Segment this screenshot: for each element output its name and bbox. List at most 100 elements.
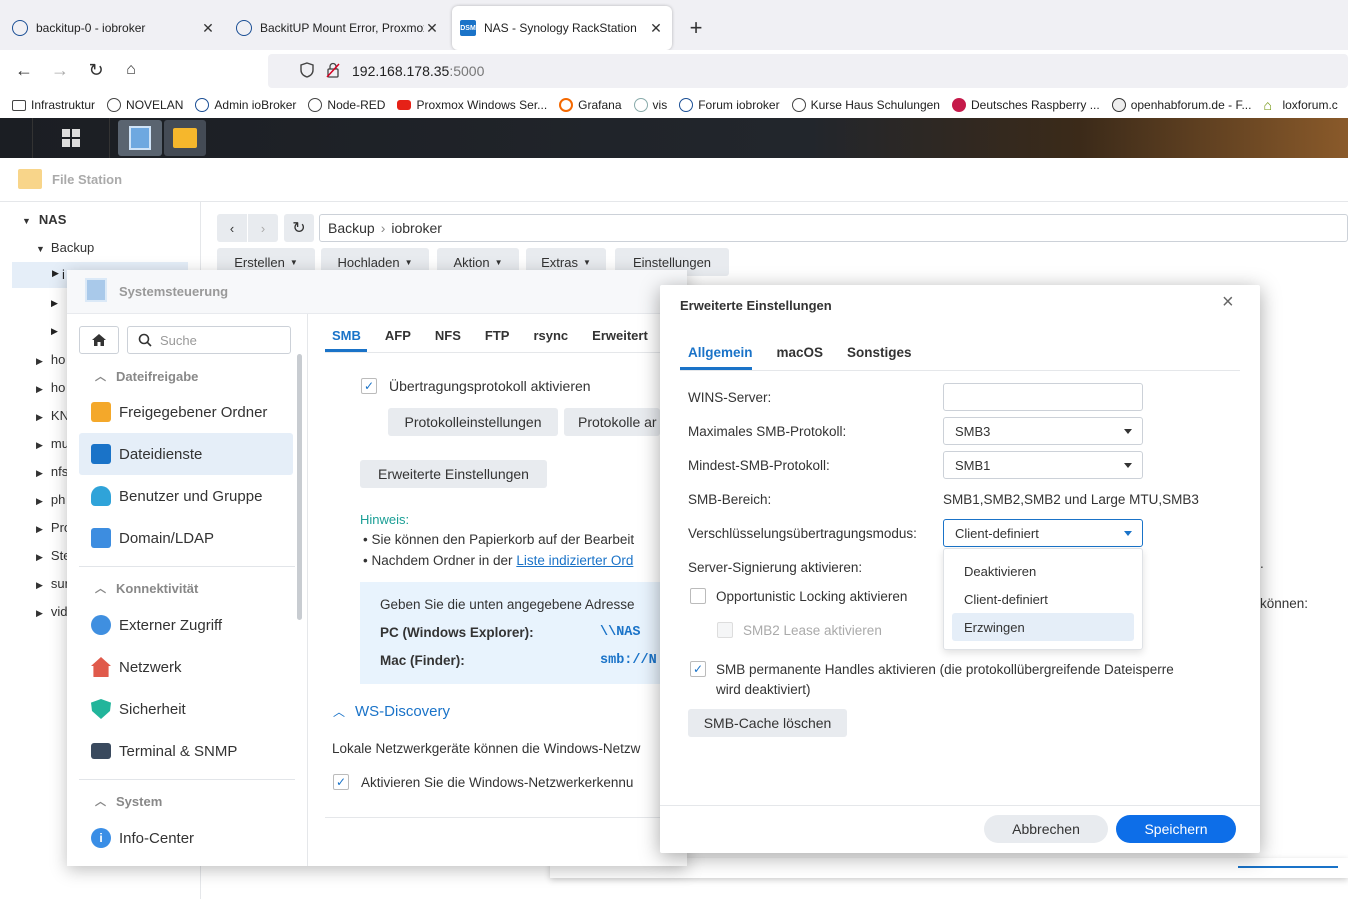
close-tab-icon[interactable]: ✕ <box>648 20 664 37</box>
home-icon[interactable]: ⌂ <box>118 57 144 83</box>
scrollbar[interactable] <box>297 354 302 620</box>
sidebar-item-terminal[interactable]: Terminal & SNMP <box>79 730 293 772</box>
bookmark[interactable]: Deutsches Raspberry ... <box>951 98 1100 112</box>
tree-item[interactable]: ▶ KN <box>36 408 69 423</box>
home-button[interactable] <box>79 326 119 354</box>
sidebar-item-shared-folder[interactable]: Freigegebener Ordner <box>79 391 293 433</box>
encryption-mode-select[interactable]: Client-definiert <box>943 519 1143 547</box>
bookmark[interactable]: Forum iobroker <box>679 98 780 112</box>
sidebar-item-label: Benutzer und Gruppe <box>119 487 263 505</box>
browser-tab[interactable]: BackitUP Mount Error, Proxmox ✕ <box>228 6 448 50</box>
section-header-connectivity[interactable]: ︿ Konnektivität <box>79 572 198 604</box>
tree-item[interactable]: ▶ ph <box>36 492 65 507</box>
tree-item[interactable]: ▶ Ste <box>36 548 70 563</box>
tab-rsync[interactable]: rsync <box>533 328 568 343</box>
bookmark[interactable]: ⌂ loxforum.c <box>1263 98 1337 112</box>
browser-tab[interactable]: backitup-0 - iobroker ✕ <box>4 6 224 50</box>
sidebar-item-external-access[interactable]: Externer Zugriff <box>79 604 293 646</box>
path-bar[interactable]: Backup › iobroker <box>319 214 1348 242</box>
tree-item[interactable]: ▶ nfs <box>36 464 68 479</box>
breadcrumb-item[interactable]: Backup <box>328 220 375 236</box>
back-button[interactable]: ‹ <box>217 214 247 242</box>
close-tab-icon[interactable]: ✕ <box>424 20 440 37</box>
oplock-row[interactable]: Opportunistic Locking aktivieren <box>690 588 907 604</box>
tree-item-backup[interactable]: ▼ Backup <box>36 240 94 255</box>
breadcrumb-item[interactable]: iobroker <box>391 220 442 236</box>
tab-general[interactable]: Allgemein <box>688 345 753 360</box>
tree-item[interactable]: ▶ mu <box>36 436 69 451</box>
search-input[interactable]: Suche <box>127 326 291 354</box>
protocol-settings-button[interactable]: Protokolleinstellungen <box>388 408 558 436</box>
caret-down-icon: ▼ <box>22 216 31 226</box>
cancel-button[interactable]: Abbrechen <box>984 815 1108 843</box>
dropdown-option[interactable]: Deaktivieren <box>952 557 1134 585</box>
max-smb-select[interactable]: SMB3 <box>943 417 1143 445</box>
sidebar-item-users-groups[interactable]: Benutzer und Gruppe <box>79 475 293 517</box>
url-bar[interactable]: 192.168.178.35:5000 <box>268 54 1348 88</box>
bookmark[interactable]: Kurse Haus Schulungen <box>791 98 940 112</box>
tab-ftp[interactable]: FTP <box>485 328 510 343</box>
tab-advanced[interactable]: Erweitert <box>592 328 648 343</box>
service-tabs: SMB AFP NFS FTP rsync Erweitert <box>332 328 648 343</box>
section-header-system[interactable]: ︿ System <box>79 785 162 817</box>
tree-root[interactable]: ▼ NAS <box>22 212 66 227</box>
new-tab-button[interactable]: + <box>684 14 708 42</box>
ws-enable-row[interactable]: ✓ Aktivieren Sie die Windows-Netzwerkerk… <box>333 774 663 790</box>
ws-discovery-checkbox[interactable]: ✓ <box>333 774 349 790</box>
back-icon[interactable]: ← <box>11 57 37 83</box>
tab-other[interactable]: Sonstiges <box>847 345 912 360</box>
oplock-checkbox[interactable] <box>690 588 706 604</box>
tab-title: BackitUP Mount Error, Proxmox <box>260 21 424 35</box>
tab-macos[interactable]: macOS <box>777 345 824 360</box>
indexed-folders-link[interactable]: Liste indizierter Ord <box>516 553 633 568</box>
forward-button[interactable]: › <box>248 214 278 242</box>
durable-handles-checkbox[interactable]: ✓ <box>690 661 706 677</box>
refresh-button[interactable]: ↻ <box>284 214 314 242</box>
enable-protocol-row[interactable]: ✓ Übertragungsprotokoll aktivieren <box>361 378 591 394</box>
tree-item[interactable]: ▶ ho <box>36 352 65 367</box>
dropdown-option[interactable]: Client-definiert <box>952 585 1134 613</box>
control-panel-taskbar-button[interactable] <box>118 120 162 156</box>
reload-icon[interactable]: ↻ <box>83 57 109 83</box>
bookmark[interactable]: Node-RED <box>308 98 385 112</box>
shared-folder-icon <box>91 402 111 422</box>
tree-item[interactable]: ▶ ho <box>36 380 65 395</box>
section-header-fileshare[interactable]: ︿ Dateifreigabe <box>79 360 198 392</box>
tab-nfs[interactable]: NFS <box>435 328 461 343</box>
bookmark[interactable]: NOVELAN <box>107 98 183 112</box>
min-smb-select[interactable]: SMB1 <box>943 451 1143 479</box>
browser-tab-active[interactable]: DSM NAS - Synology RackStation ✕ <box>452 6 672 50</box>
protocols-button[interactable]: Protokolle ar <box>564 408 660 436</box>
wins-server-input[interactable] <box>943 383 1143 411</box>
file-station-taskbar-button[interactable] <box>164 120 206 156</box>
tree-item[interactable]: ▶ Pro <box>36 520 71 535</box>
sidebar-item-label: Netzwerk <box>119 658 182 676</box>
tree-item[interactable]: ▶ vid <box>36 604 68 619</box>
tab-title: NAS - Synology RackStation <box>484 21 637 35</box>
close-tab-icon[interactable]: ✕ <box>200 20 216 37</box>
ws-discovery-header[interactable]: ︿ WS-Discovery <box>333 703 450 720</box>
sidebar-item-info-center[interactable]: i Info-Center <box>79 817 293 859</box>
tab-afp[interactable]: AFP <box>385 328 411 343</box>
sidebar-item-file-services[interactable]: Dateidienste <box>79 433 293 475</box>
bookmark[interactable]: vis <box>633 98 667 112</box>
save-button[interactable]: Speichern <box>1116 815 1236 843</box>
enable-protocol-checkbox[interactable]: ✓ <box>361 378 377 394</box>
durable-handles-row[interactable]: ✓ SMB permanente Handles aktivieren (die… <box>690 660 1174 700</box>
tab-smb[interactable]: SMB <box>332 328 361 343</box>
sidebar-item-domain-ldap[interactable]: Domain/LDAP <box>79 517 293 559</box>
sidebar-item-network[interactable]: Netzwerk <box>79 646 293 688</box>
bookmark[interactable]: Grafana <box>559 98 622 112</box>
bookmark[interactable]: Proxmox Windows Ser... <box>397 98 547 112</box>
sidebar-item-security[interactable]: Sicherheit <box>79 688 293 730</box>
main-menu-button[interactable] <box>32 118 110 158</box>
advanced-settings-button[interactable]: Erweiterte Einstellungen <box>360 460 547 488</box>
tree-item[interactable]: ▶ sur <box>36 576 69 591</box>
bookmark[interactable]: Admin ioBroker <box>195 98 296 112</box>
close-icon[interactable]: × <box>1222 291 1234 314</box>
bookmark[interactable]: openhabforum.de - F... <box>1111 98 1251 112</box>
bookmark-folder[interactable]: Infrastruktur <box>12 98 95 112</box>
dropdown-option-highlighted[interactable]: Erzwingen <box>952 613 1134 641</box>
clear-cache-button[interactable]: SMB-Cache löschen <box>688 709 847 737</box>
forward-icon[interactable]: → <box>47 57 73 83</box>
